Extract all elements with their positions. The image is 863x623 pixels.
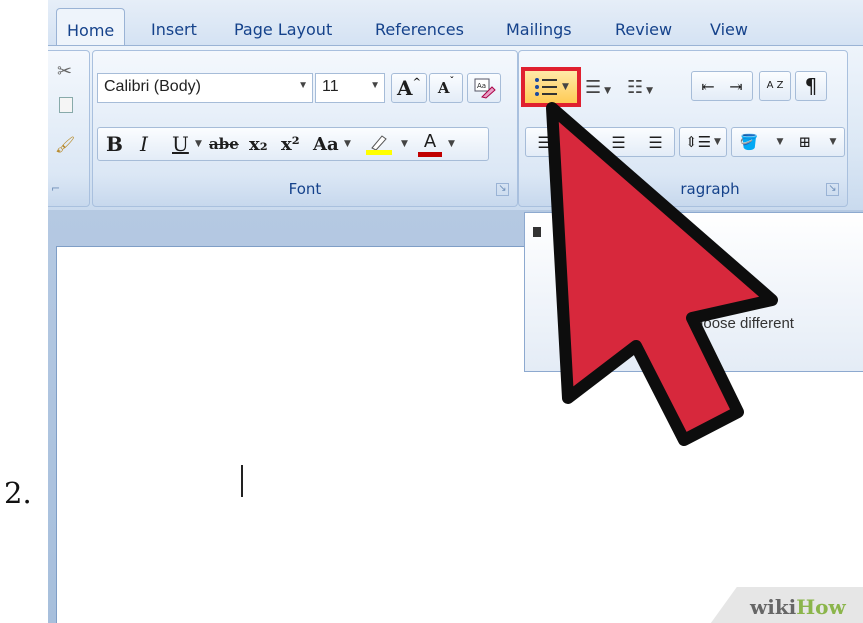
cursor-arrow-shape (546, 102, 778, 446)
word-window: Home Insert Page Layout References Maili… (48, 0, 863, 623)
step-number: 2. (4, 476, 32, 510)
cursor-arrow-icon (546, 102, 778, 446)
